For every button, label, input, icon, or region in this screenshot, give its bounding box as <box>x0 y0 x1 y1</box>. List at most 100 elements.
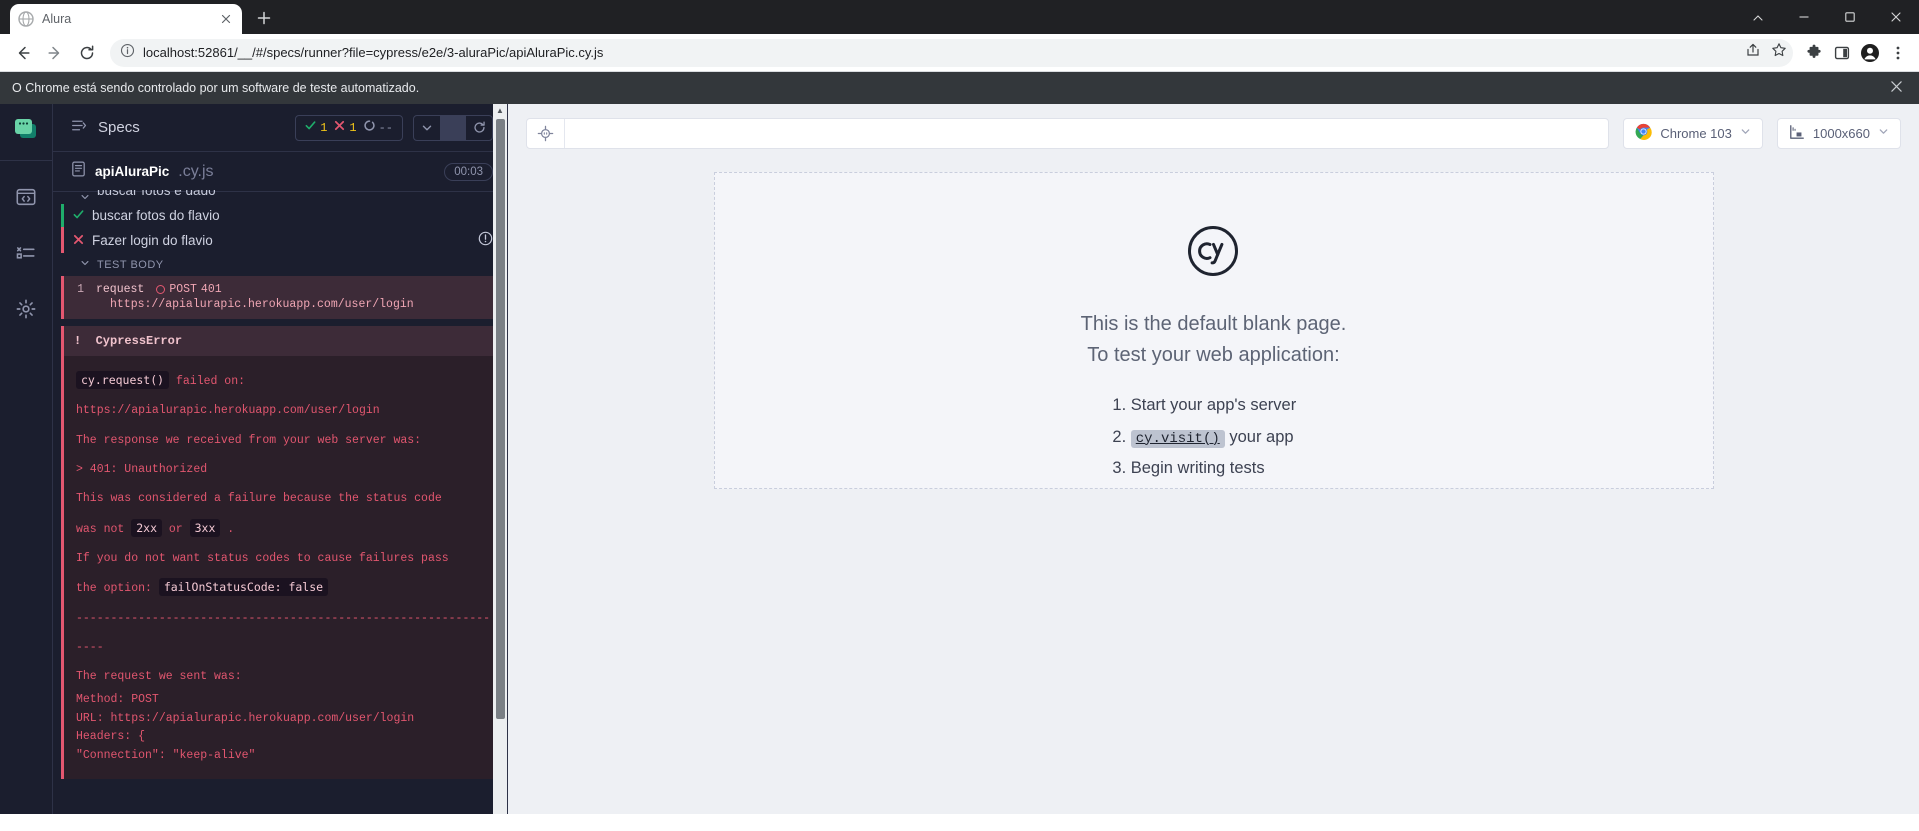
error-request-line: The request we sent was: <box>76 670 242 684</box>
pending-circle-icon <box>156 285 166 294</box>
error-method-line: Method: POST <box>76 693 159 707</box>
command-url: https://apialurapic.herokuapp.com/user/l… <box>110 298 414 311</box>
exclamation-icon: ! <box>74 334 82 348</box>
star-icon[interactable] <box>1771 42 1787 63</box>
stat-passed-count: 1 <box>320 120 328 135</box>
cypress-cy-logo-icon <box>1081 225 1347 287</box>
stat-failed: 1 <box>334 120 357 135</box>
minimize-button[interactable] <box>1735 0 1781 34</box>
x-icon <box>73 233 84 248</box>
error-response-line: The response we received from your web s… <box>76 433 422 447</box>
sidebar-item-settings[interactable] <box>8 291 44 327</box>
code-window-icon <box>16 188 36 206</box>
chevron-down-icon[interactable] <box>80 258 90 271</box>
error-option-code: failOnStatusCode: false <box>158 578 329 597</box>
blank-page-content: This is the default blank page. To test … <box>1081 225 1347 488</box>
forward-arrow-icon[interactable] <box>40 38 70 68</box>
page-title: Specs <box>98 119 140 136</box>
cy-visit-code[interactable]: cy.visit() <box>1130 429 1225 448</box>
scrollbar-thumb[interactable] <box>495 119 505 719</box>
sidebar-item-specs[interactable] <box>8 179 44 215</box>
crosshair-icon[interactable] <box>527 118 565 148</box>
rail-divider <box>0 160 52 161</box>
side-panel-icon[interactable] <box>1829 40 1855 66</box>
stat-passed: 1 <box>305 120 327 135</box>
pending-circle-icon <box>363 120 375 135</box>
address-bar-actions <box>1745 42 1787 63</box>
close-icon[interactable] <box>1890 80 1907 97</box>
list-item[interactable]: Fazer login do flavio <box>53 227 507 253</box>
reporter-scrollbar[interactable]: ▲ <box>493 104 507 814</box>
chevron-down-icon[interactable] <box>1878 126 1889 140</box>
profile-avatar-icon[interactable] <box>1857 40 1883 66</box>
browser-tab[interactable]: Alura <box>10 4 242 34</box>
chevron-down-icon[interactable] <box>414 115 440 141</box>
stat-pending-count: -- <box>378 120 393 135</box>
test-status-bar <box>61 227 64 253</box>
x-icon <box>334 120 345 135</box>
chrome-logo-icon <box>1635 123 1653 143</box>
window-minimize-button[interactable] <box>1781 0 1827 34</box>
scroll-up-arrow-icon[interactable]: ▲ <box>496 104 504 115</box>
address-bar[interactable]: localhost:52861/__/#/specs/runner?file=c… <box>110 38 1793 67</box>
sidebar-item-runs[interactable] <box>8 235 44 271</box>
reporter-body[interactable]: apiAluraPic .cy.js 00:03 buscar fotos e … <box>53 152 507 814</box>
cypress-app: Specs 1 1 -- apiAluraPic .cy.js 00:03 bu… <box>0 104 1919 814</box>
browser-selector[interactable]: Chrome 103 <box>1623 117 1763 149</box>
error-code-2xx: 2xx <box>131 518 162 537</box>
rerun-icon[interactable] <box>466 115 492 141</box>
new-tab-button[interactable] <box>250 4 278 32</box>
specs-list-icon[interactable] <box>71 117 88 139</box>
test-list: buscar fotos e dado buscar fotos do flav… <box>53 190 507 779</box>
window-maximize-button[interactable] <box>1827 0 1873 34</box>
divider <box>440 114 466 141</box>
alert-circle-icon[interactable] <box>478 231 493 249</box>
aut-url-input[interactable] <box>565 118 1609 148</box>
automation-notice-bar: O Chrome está sendo controlado por um so… <box>0 72 1919 104</box>
error-command-code: cy.request() <box>76 371 170 389</box>
window-close-button[interactable] <box>1873 0 1919 34</box>
aut-url-bar[interactable] <box>526 117 1610 149</box>
command-log-entry[interactable]: 1 request POST 401 https://apialurapic.h… <box>61 276 507 319</box>
aut-iframe[interactable]: This is the default blank page. To test … <box>713 172 1714 489</box>
stat-pending: -- <box>363 120 393 135</box>
stat-failed-count: 1 <box>349 120 357 135</box>
chrome-menu-icon[interactable] <box>1885 40 1911 66</box>
error-reason-b: was not <box>76 522 132 536</box>
test-title: Fazer login do flavio <box>92 232 213 248</box>
cypress-logo-icon[interactable] <box>10 114 42 146</box>
chevron-down-icon[interactable] <box>1740 126 1751 140</box>
error-headers-line: Headers: { <box>76 730 146 744</box>
chevron-down-icon[interactable] <box>80 190 90 204</box>
test-body-header[interactable]: TEST BODY <box>53 253 507 276</box>
error-block: ! CypressError cy.request() failed on: h… <box>61 326 507 779</box>
suite-label: buscar fotos e dado <box>97 190 216 198</box>
spec-duration-badge: 00:03 <box>444 162 493 181</box>
list-item[interactable]: buscar fotos do flavio <box>53 204 507 227</box>
error-headers-first: "Connection": "keep-alive" <box>76 748 256 762</box>
gear-icon <box>16 299 36 319</box>
error-code-3xx: 3xx <box>189 518 221 537</box>
close-icon[interactable] <box>218 11 234 27</box>
test-stats: 1 1 -- <box>295 114 403 141</box>
error-failed-rest: failed on: <box>169 375 246 388</box>
aut-header: Chrome 103 1000x660 <box>508 104 1919 162</box>
blank-page-heading-2: To test your web application: <box>1087 344 1340 366</box>
error-status-line: > 401: Unauthorized <box>76 462 208 476</box>
back-arrow-icon[interactable] <box>8 38 38 68</box>
share-icon[interactable] <box>1745 42 1761 63</box>
globe-icon <box>18 11 34 27</box>
error-failure-reason: This was considered a failure because th… <box>76 484 495 544</box>
test-title: buscar fotos do flavio <box>92 208 220 223</box>
info-circle-icon[interactable] <box>120 43 135 63</box>
viewport-selector[interactable]: 1000x660 <box>1776 117 1901 149</box>
list-item: Start your app's server <box>1131 393 1296 419</box>
suite-row[interactable]: buscar fotos e dado <box>53 190 507 204</box>
cypress-icon-rail <box>0 104 53 814</box>
browser-tabstrip: Alura <box>0 0 1919 34</box>
viewport-selector-label: 1000x660 <box>1812 125 1870 141</box>
reload-icon[interactable] <box>72 38 102 68</box>
extensions-puzzle-icon[interactable] <box>1801 40 1827 66</box>
error-name: CypressError <box>95 334 183 348</box>
spec-file-row[interactable]: apiAluraPic .cy.js 00:03 <box>53 152 507 192</box>
